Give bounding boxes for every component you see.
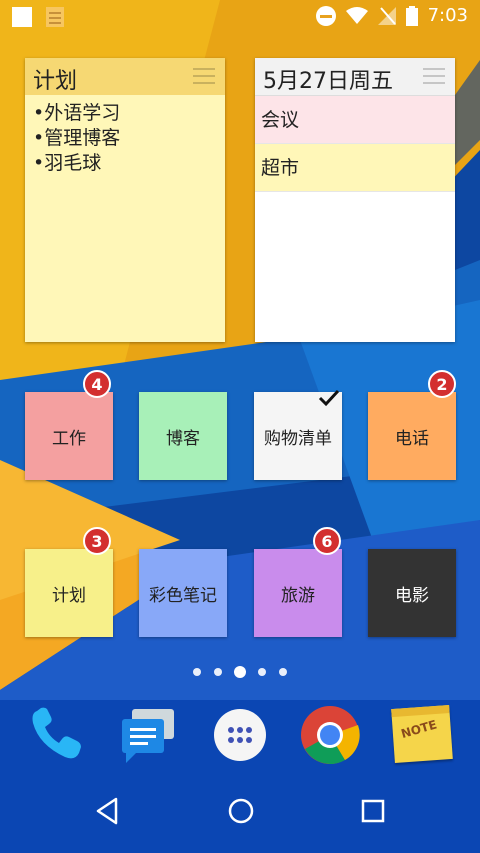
shortcut-label: 电影 <box>395 585 429 606</box>
home-icon[interactable] <box>226 796 256 826</box>
shortcut-work[interactable]: 工作 <box>25 392 113 480</box>
calendar-date-title: 5月27日周五 <box>263 69 393 94</box>
shortcut-label: 博客 <box>166 428 200 449</box>
app-drawer-icon[interactable] <box>210 705 270 765</box>
battery-icon <box>405 5 418 26</box>
shortcut-blog[interactable]: 博客 <box>139 392 227 480</box>
page-dot-active <box>234 666 246 678</box>
calendar-widget[interactable]: 5月27日周五 会议 超市 <box>255 58 455 342</box>
shortcut-label: 购物清单 <box>264 428 332 449</box>
badge-count: 4 <box>83 370 111 398</box>
plan-item: •羽毛球 <box>33 152 102 174</box>
page-dot <box>258 668 266 676</box>
shortcut-color-notes[interactable]: 彩色笔记 <box>139 549 227 637</box>
badge-count: 2 <box>428 370 456 398</box>
status-bar: 7:03 <box>0 0 480 34</box>
badge-count: 3 <box>83 527 111 555</box>
menu-icon[interactable] <box>423 68 445 84</box>
shortcut-movies[interactable]: 电影 <box>368 549 456 637</box>
calendar-event-row[interactable]: 超市 <box>255 144 455 192</box>
do-not-disturb-icon <box>315 5 336 26</box>
plan-widget-title: 计划 <box>33 69 78 94</box>
wifi-icon <box>345 6 368 24</box>
shortcut-label: 工作 <box>52 428 86 449</box>
page-indicator <box>0 663 480 681</box>
calendar-event-row[interactable]: 会议 <box>255 96 455 144</box>
recents-icon[interactable] <box>360 798 386 824</box>
shortcut-label: 旅游 <box>281 585 315 606</box>
plan-note-widget[interactable]: 计划 •外语学习 •管理博客 •羽毛球 <box>25 58 225 342</box>
plan-widget-body: •外语学习 •管理博客 •羽毛球 <box>25 95 225 182</box>
notification-square-icon <box>12 7 32 27</box>
badge-count: 6 <box>313 527 341 555</box>
phone-app-icon[interactable] <box>25 705 85 765</box>
shortcut-travel[interactable]: 旅游 <box>254 549 342 637</box>
shortcut-label: 彩色笔记 <box>149 585 217 606</box>
checkmark-icon <box>318 389 340 407</box>
shortcut-phone[interactable]: 电话 <box>368 392 456 480</box>
shortcut-plan[interactable]: 计划 <box>25 549 113 637</box>
clock: 7:03 <box>427 5 468 26</box>
no-signal-icon <box>377 6 396 25</box>
page-dot <box>193 668 201 676</box>
back-icon[interactable] <box>94 796 120 826</box>
plan-widget-header: 计划 <box>25 58 225 95</box>
chrome-app-icon[interactable] <box>300 705 360 765</box>
calendar-widget-header: 5月27日周五 <box>255 58 455 96</box>
shortcut-label: 电话 <box>395 428 429 449</box>
notes-app-icon[interactable]: NOTE <box>391 705 453 763</box>
note-icon-text: NOTE <box>399 717 439 741</box>
plan-item: •管理博客 <box>33 127 121 149</box>
page-dot <box>279 668 287 676</box>
navigation-bar <box>0 778 480 853</box>
plan-item: •外语学习 <box>33 102 121 124</box>
menu-icon[interactable] <box>193 68 215 84</box>
page-dot <box>214 668 222 676</box>
shortcut-label: 计划 <box>52 585 86 606</box>
messages-app-icon[interactable] <box>118 705 178 765</box>
notes-notification-icon <box>46 7 64 27</box>
